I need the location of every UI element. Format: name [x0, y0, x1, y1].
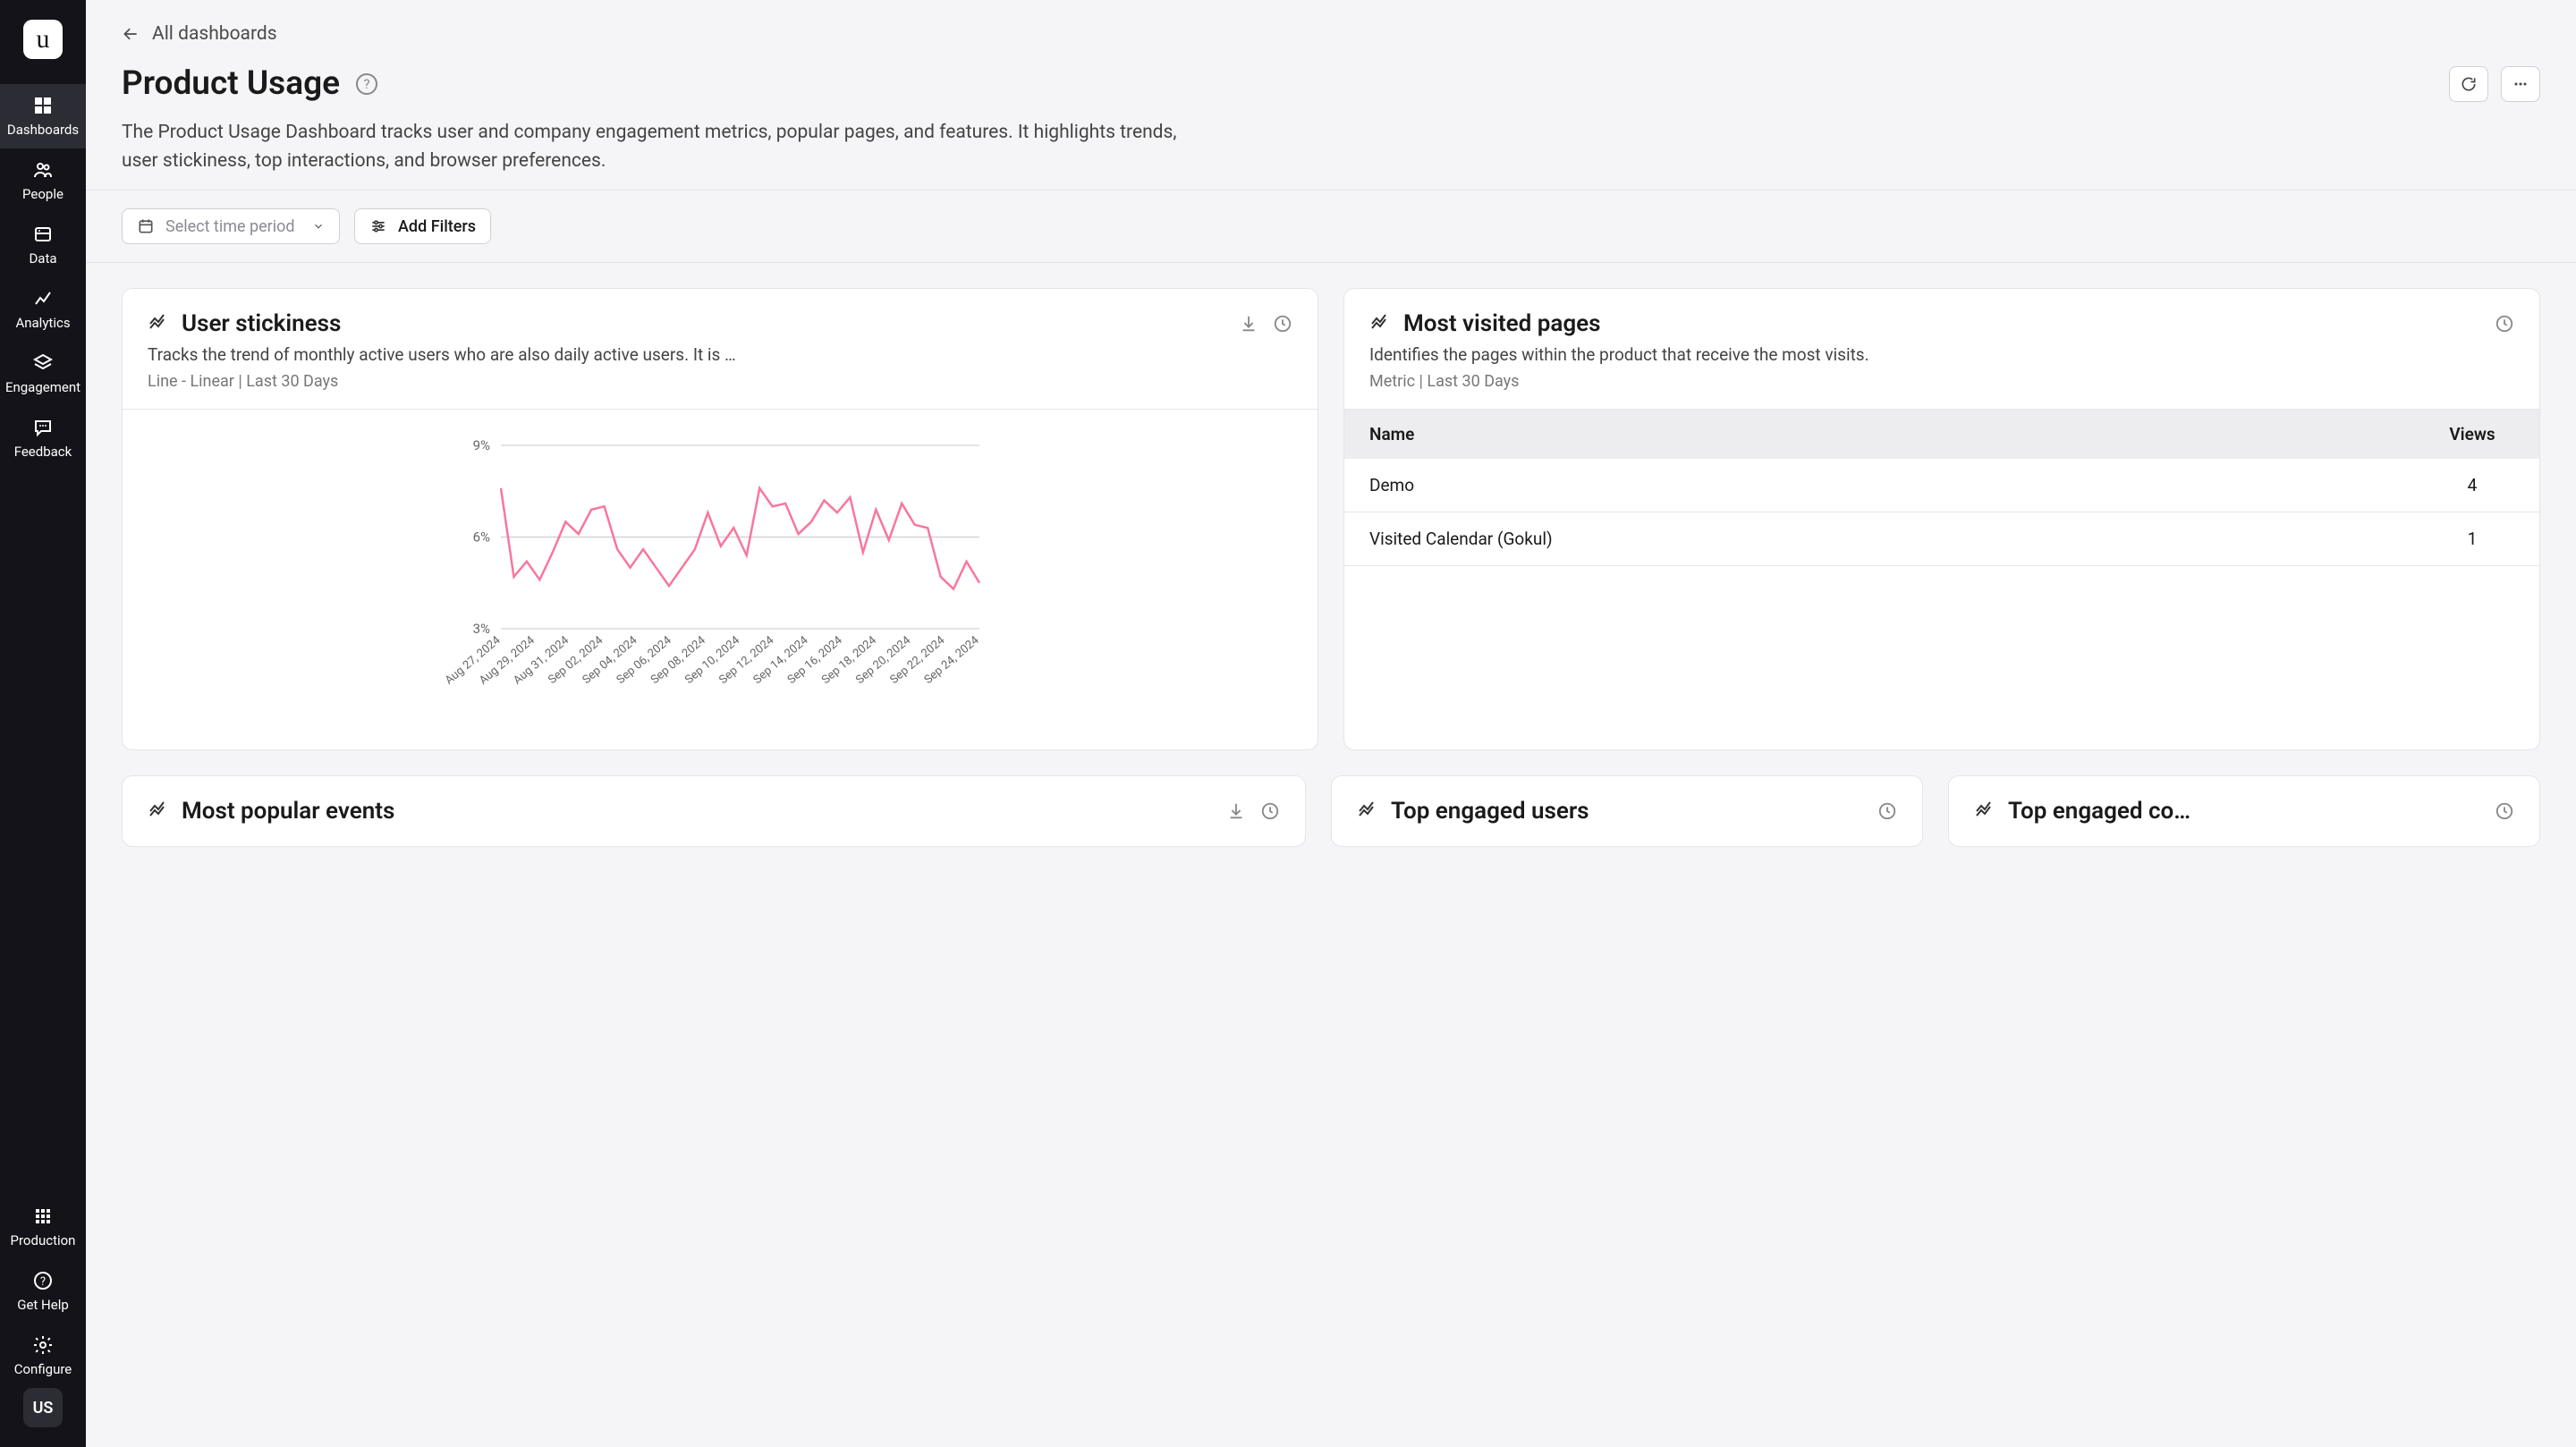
card-top-engaged-companies: Top engaged co… — [1948, 775, 2540, 847]
nav-feedback[interactable]: Feedback — [0, 406, 86, 470]
grid-icon — [32, 95, 54, 116]
card-title: Top engaged co… — [2008, 798, 2190, 825]
col-views: Views — [2405, 410, 2539, 459]
svg-text:?: ? — [40, 1275, 46, 1289]
nav-engagement[interactable]: Engagement — [0, 342, 86, 406]
sidebar: u Dashboards People Data Analytics Engag… — [0, 0, 86, 1447]
nav-label: Get Help — [17, 1297, 69, 1313]
chat-icon — [32, 417, 54, 438]
filter-bar: Select time period Add Filters — [86, 190, 2576, 263]
clock-icon[interactable] — [1877, 801, 1897, 821]
chart-user-stickiness: 3%6%9%Aug 27, 2024Aug 29, 2024Aug 31, 20… — [123, 410, 1318, 749]
title-actions — [2449, 66, 2540, 102]
layers-icon — [32, 352, 54, 374]
time-period-select[interactable]: Select time period — [122, 208, 340, 244]
refresh-icon — [2460, 75, 2478, 93]
most-visited-table: Name Views Demo4Visited Calendar (Gokul)… — [1344, 410, 2539, 566]
svg-text:3%: 3% — [473, 621, 490, 637]
breadcrumb-back[interactable]: All dashboards — [122, 23, 2540, 45]
line-chart-icon — [1974, 800, 1996, 822]
nav-get-help[interactable]: ? Get Help — [0, 1259, 86, 1324]
svg-text:6%: 6% — [473, 529, 490, 546]
line-chart-icon — [148, 313, 169, 334]
clock-icon[interactable] — [2495, 314, 2514, 334]
main: All dashboards Product Usage ? The Produ… — [86, 0, 2576, 1447]
breadcrumb-label: All dashboards — [152, 23, 277, 45]
arrow-left-icon — [122, 25, 140, 43]
calendar-icon — [137, 217, 155, 235]
people-icon — [32, 159, 54, 181]
chart-line-icon — [32, 288, 54, 309]
card-user-stickiness: User stickiness Tracks the trend of mont… — [122, 288, 1318, 750]
clock-icon[interactable] — [2495, 801, 2514, 821]
time-period-placeholder: Select time period — [165, 217, 295, 236]
nav-analytics[interactable]: Analytics — [0, 277, 86, 342]
add-filters-label: Add Filters — [398, 217, 476, 236]
table-row[interactable]: Demo4 — [1344, 459, 2539, 512]
nav-dashboards[interactable]: Dashboards — [0, 84, 86, 148]
app-logo[interactable]: u — [23, 20, 63, 59]
apps-icon — [32, 1206, 54, 1227]
card-title: Top engaged users — [1391, 798, 1589, 825]
nav-people[interactable]: People — [0, 148, 86, 213]
cell-name: Visited Calendar (Gokul) — [1344, 512, 2405, 566]
nav-label: Data — [29, 250, 56, 267]
cell-name: Demo — [1344, 459, 2405, 512]
nav-configure[interactable]: Configure — [0, 1324, 86, 1388]
card-title: Most popular events — [182, 798, 394, 825]
svg-text:9%: 9% — [473, 437, 490, 453]
help-icon: ? — [32, 1270, 54, 1291]
refresh-button[interactable] — [2449, 66, 2488, 102]
cell-views: 4 — [2405, 459, 2539, 512]
nav-label: Production — [11, 1232, 76, 1248]
cards-row-2: Most popular events Top engaged users — [86, 775, 2576, 883]
nav-production[interactable]: Production — [0, 1195, 86, 1259]
card-subtitle: Tracks the trend of monthly active users… — [148, 344, 1292, 365]
title-row: Product Usage ? — [122, 64, 2540, 103]
card-most-visited-pages: Most visited pages Identifies the pages … — [1343, 288, 2540, 750]
header: All dashboards Product Usage ? The Produ… — [86, 0, 2576, 190]
line-chart-icon — [1369, 313, 1391, 334]
table-row[interactable]: Visited Calendar (Gokul)1 — [1344, 512, 2539, 566]
line-chart-icon — [148, 800, 169, 822]
card-most-popular-events: Most popular events — [122, 775, 1306, 847]
sliders-icon — [369, 217, 387, 235]
clock-icon[interactable] — [1260, 801, 1280, 821]
gear-icon — [32, 1334, 54, 1356]
nav-label: Engagement — [5, 379, 80, 395]
chevron-down-icon — [312, 220, 325, 233]
cards-row-1: User stickiness Tracks the trend of mont… — [86, 263, 2576, 775]
cell-views: 1 — [2405, 512, 2539, 566]
add-filters-button[interactable]: Add Filters — [354, 208, 491, 244]
download-icon[interactable] — [1239, 314, 1258, 334]
nav-label: Feedback — [14, 444, 72, 460]
help-tooltip-icon[interactable]: ? — [356, 73, 377, 95]
card-title: Most visited pages — [1403, 310, 1601, 337]
nav-data[interactable]: Data — [0, 213, 86, 277]
page-title: Product Usage — [122, 64, 340, 103]
clock-icon[interactable] — [1273, 314, 1292, 334]
card-title: User stickiness — [182, 310, 341, 337]
card-meta: Metric | Last 30 Days — [1369, 372, 2514, 391]
main-scroll: All dashboards Product Usage ? The Produ… — [86, 0, 2576, 1447]
user-avatar[interactable]: US — [23, 1388, 63, 1427]
nav-label: People — [22, 186, 64, 202]
nav-label: Analytics — [15, 315, 70, 331]
more-horizontal-icon — [2512, 75, 2529, 93]
col-name: Name — [1344, 410, 2405, 459]
more-button[interactable] — [2501, 66, 2540, 102]
nav-label: Configure — [14, 1361, 72, 1377]
download-icon[interactable] — [1226, 801, 1246, 821]
page-description: The Product Usage Dashboard tracks user … — [122, 119, 1195, 175]
card-meta: Line - Linear | Last 30 Days — [148, 372, 1292, 391]
line-chart-icon — [1357, 800, 1378, 822]
card-top-engaged-users: Top engaged users — [1331, 775, 1923, 847]
nav-label: Dashboards — [7, 122, 79, 138]
card-subtitle: Identifies the pages within the product … — [1369, 344, 2514, 365]
database-icon — [32, 224, 54, 245]
